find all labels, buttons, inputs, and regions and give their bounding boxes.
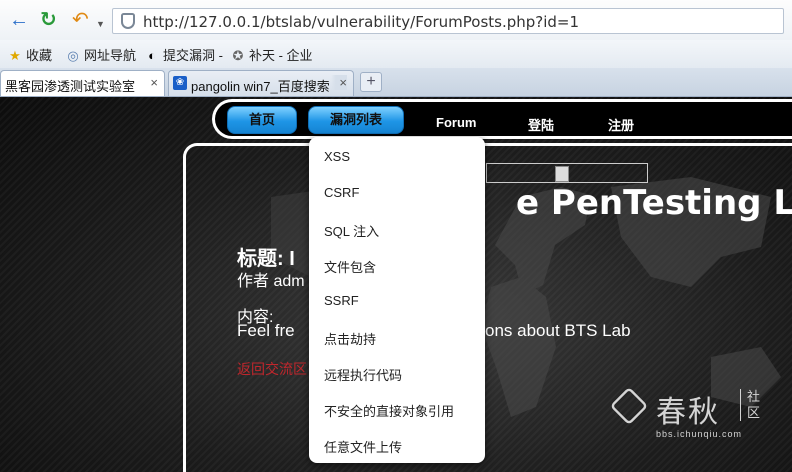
nav-login-link[interactable]: 登陆 — [528, 115, 554, 134]
back-arrow-icon[interactable]: ← — [9, 10, 29, 30]
ichunqiu-logo-icon — [609, 386, 649, 426]
undo-icon[interactable]: ↶ — [72, 10, 89, 30]
bookmark-butian[interactable]: ✪ 补天 - 企业 — [231, 45, 313, 64]
nav-register-link[interactable]: 注册 — [608, 115, 634, 134]
menu-item-file-upload[interactable]: 任意文件上传 — [324, 437, 402, 456]
address-url[interactable]: http://127.0.0.1/btslab/vulnerability/Fo… — [143, 13, 579, 31]
menu-item-clickjacking[interactable]: 点击劫持 — [324, 329, 376, 348]
bookmarks-bar: ★ 收藏 ◎ 网址导航 ◐ 提交漏洞 - ✪ 补天 - 企业 — [0, 40, 792, 69]
nav-home-button[interactable]: 首页 — [227, 106, 297, 134]
watermark-name: 春秋 — [656, 396, 720, 429]
ichunqiu-watermark: 春秋 社区 bbs.ichunqiu.com — [609, 385, 792, 455]
watermark-url: bbs.ichunqiu.com — [656, 429, 743, 439]
bookmark-label: 补天 - 企业 — [249, 48, 313, 63]
bookmark-label: 收藏 — [26, 48, 53, 63]
nav-forum-link[interactable]: Forum — [436, 115, 476, 130]
broken-image-icon — [555, 166, 569, 182]
post-content-text-tail: ons about BTS Lab — [485, 321, 631, 340]
tencent-icon: ◐ — [148, 48, 156, 63]
menu-item-xss[interactable]: XSS — [324, 149, 350, 164]
menu-item-csrf[interactable]: CSRF — [324, 185, 359, 200]
refresh-icon[interactable]: ↻ — [40, 10, 57, 30]
shield-icon — [121, 13, 135, 29]
chevron-down-icon[interactable]: ▼ — [96, 14, 105, 34]
post-author: 作者 adm — [237, 273, 305, 290]
address-bar[interactable]: http://127.0.0.1/btslab/vulnerability/Fo… — [112, 8, 784, 34]
menu-item-sql-injection[interactable]: SQL 注入 — [324, 221, 379, 240]
post-content-text: Feel fre — [237, 321, 295, 340]
tab-label: pangolin win7_百度搜索 — [191, 79, 330, 94]
close-icon[interactable]: × — [331, 75, 347, 90]
menu-item-ssrf[interactable]: SSRF — [324, 293, 359, 308]
bookmark-submit-vuln[interactable]: ◐ 提交漏洞 - — [145, 45, 223, 64]
new-tab-button[interactable]: + — [360, 72, 382, 92]
tab-strip: 黑客园渗透测试实验室 × ❀ pangolin win7_百度搜索 × + — [0, 68, 792, 97]
tab-bts-lab[interactable]: 黑客园渗透测试实验室 × — [0, 70, 165, 96]
menu-item-rce[interactable]: 远程执行代码 — [324, 365, 402, 384]
watermark-side: 社区 — [740, 389, 763, 421]
vuln-list-dropdown: XSS CSRF SQL 注入 文件包含 SSRF 点击劫持 远程执行代码 不安… — [309, 137, 485, 463]
browser-toolbar: ← ↻ ↶ ▼ http://127.0.0.1/btslab/vulnerab… — [0, 0, 792, 40]
bookmark-label: 提交漏洞 - — [163, 48, 223, 63]
broken-banner-image — [486, 163, 648, 183]
globe-icon: ◎ — [67, 48, 79, 63]
bookmark-site-nav[interactable]: ◎ 网址导航 — [66, 45, 136, 64]
site-title: e PenTesting Lab — [516, 183, 792, 223]
nav-vuln-list-button[interactable]: 漏洞列表 — [308, 106, 404, 134]
butian-icon: ✪ — [232, 48, 244, 63]
site-nav-bar — [212, 99, 792, 139]
bookmark-label: 网址导航 — [84, 48, 137, 63]
back-to-forum-link[interactable]: 返回交流区 — [237, 359, 307, 379]
bookmark-favorites[interactable]: ★ 收藏 — [8, 45, 52, 64]
baidu-paw-icon: ❀ — [173, 76, 187, 90]
tab-baidu-search[interactable]: ❀ pangolin win7_百度搜索 × — [168, 70, 354, 96]
menu-item-idor[interactable]: 不安全的直接对象引用 — [324, 401, 454, 420]
tab-label: 黑客园渗透测试实验室 — [5, 79, 136, 94]
star-icon: ★ — [9, 48, 21, 63]
menu-item-file-inclusion[interactable]: 文件包含 — [324, 257, 376, 276]
close-icon[interactable]: × — [150, 75, 158, 90]
